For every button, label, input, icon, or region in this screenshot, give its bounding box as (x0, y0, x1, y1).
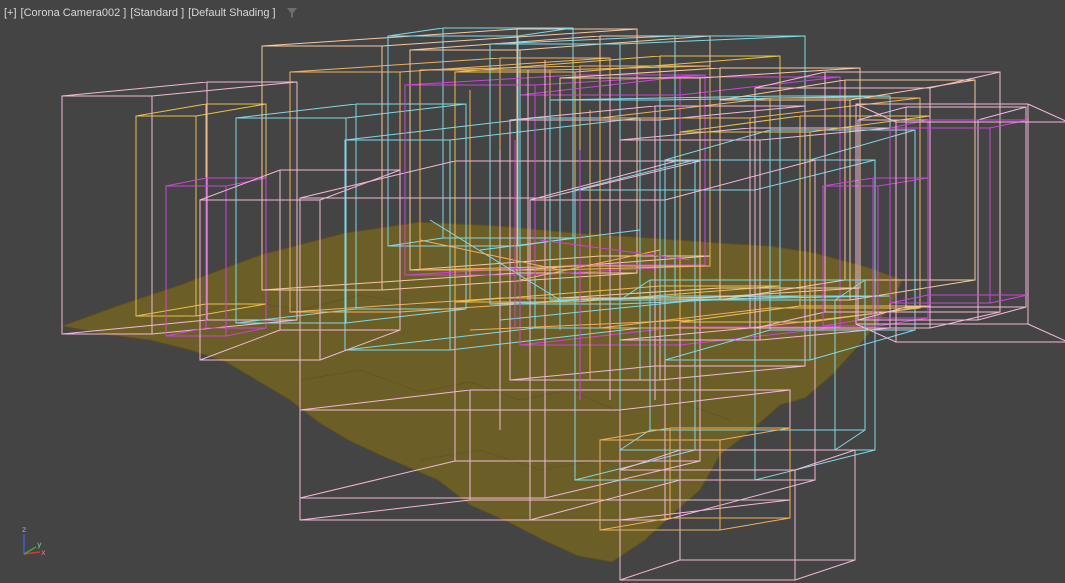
gizmo-y-label: y (37, 540, 42, 549)
gizmo-x-label: x (41, 548, 46, 557)
wireframe-box-29[interactable] (889, 119, 1029, 304)
axis-gizmo: z x y (18, 525, 54, 562)
scene-canvas[interactable] (0, 0, 1065, 583)
wireframe-box-edges (889, 119, 1029, 304)
viewport-perspective[interactable]: [+] [Corona Camera002 ] [Standard ] [Def… (0, 0, 1065, 583)
gizmo-z-label: z (22, 526, 26, 534)
